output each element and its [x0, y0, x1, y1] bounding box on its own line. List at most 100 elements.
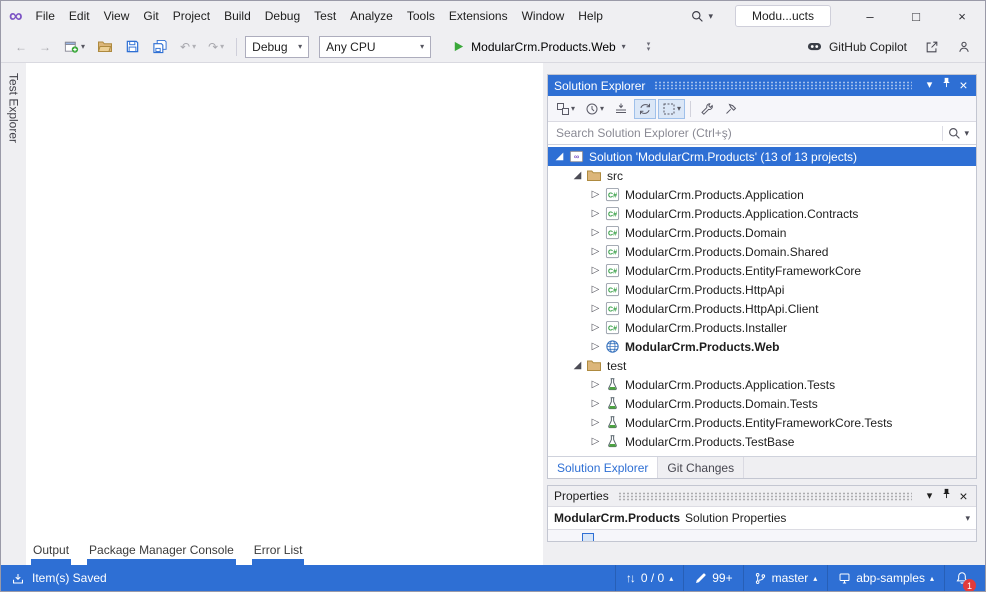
properties-header[interactable]: Properties ▾ ×: [548, 486, 976, 507]
tree-expander-icon[interactable]: ▷: [588, 265, 603, 276]
panel-tab-solution-explorer[interactable]: Solution Explorer: [548, 457, 658, 478]
undo-button[interactable]: ↶▾: [176, 36, 200, 58]
window-position-button[interactable]: ▾: [921, 488, 938, 505]
send-feedback-button[interactable]: [953, 36, 975, 58]
tree-expander-icon[interactable]: ▷: [588, 189, 603, 200]
tree-item[interactable]: ▷ModularCrm.Products.EntityFrameworkCore…: [548, 413, 976, 432]
menu-edit[interactable]: Edit: [62, 5, 97, 27]
close-panel-button[interactable]: ×: [955, 488, 972, 505]
properties-object-combobox[interactable]: ModularCrm.Products Solution Properties …: [548, 507, 976, 530]
navigate-backward-button[interactable]: ←: [11, 36, 31, 58]
tree-item[interactable]: ▷C#ModularCrm.Products.Installer: [548, 318, 976, 337]
notifications-button[interactable]: 1: [944, 565, 985, 591]
tree-expander-icon[interactable]: ▷: [588, 246, 603, 257]
menu-view[interactable]: View: [97, 5, 137, 27]
pin-button[interactable]: [938, 488, 955, 505]
open-file-button[interactable]: [93, 35, 117, 58]
search-icon[interactable]: [948, 127, 961, 140]
share-button[interactable]: [921, 36, 943, 58]
pin-button[interactable]: [938, 77, 955, 94]
minimize-button[interactable]: –: [847, 1, 893, 31]
tree-expander-icon[interactable]: ▷: [588, 398, 603, 409]
bottom-tab-output[interactable]: Output: [31, 543, 71, 565]
tree-item[interactable]: ◢src: [548, 166, 976, 185]
tree-item[interactable]: ▷C#ModularCrm.Products.Application: [548, 185, 976, 204]
menu-file[interactable]: File: [29, 5, 62, 27]
tree-item[interactable]: ◢∞Solution 'ModularCrm.Products' (13 of …: [548, 147, 976, 166]
switch-views-button[interactable]: ▾: [552, 99, 579, 119]
menu-git[interactable]: Git: [136, 5, 165, 27]
menu-window[interactable]: Window: [515, 5, 572, 27]
titlebar-search-button[interactable]: ▾: [685, 7, 719, 26]
new-project-button[interactable]: ▾: [59, 35, 89, 58]
panel-tab-git-changes[interactable]: Git Changes: [658, 457, 744, 478]
tree-item[interactable]: ▷ ModularCrm.Products.Domain.Tests: [548, 394, 976, 413]
sync-with-active-document-button[interactable]: [634, 99, 656, 119]
menu-analyze[interactable]: Analyze: [343, 5, 400, 27]
git-repository-status[interactable]: abp-samples ▴: [827, 565, 944, 591]
chevron-down-icon: ▾: [677, 104, 681, 113]
bottom-tab-package-manager-console[interactable]: Package Manager Console: [87, 543, 236, 565]
solution-search-input[interactable]: [556, 126, 937, 140]
redo-button[interactable]: ↷▾: [204, 36, 228, 58]
tree-expander-icon[interactable]: ▷: [588, 379, 603, 390]
git-branch-status[interactable]: master ▴: [743, 565, 828, 591]
tree-item[interactable]: ▷C#ModularCrm.Products.Domain.Shared: [548, 242, 976, 261]
tree-expander-icon[interactable]: ▷: [588, 436, 603, 447]
save-all-button[interactable]: [148, 35, 172, 58]
chevron-down-icon[interactable]: ▾: [964, 128, 969, 139]
menu-debug[interactable]: Debug: [258, 5, 307, 27]
tree-expander-icon[interactable]: ◢: [552, 151, 567, 162]
pending-edits-status[interactable]: 99+: [683, 565, 742, 591]
tree-expander-icon[interactable]: ▷: [588, 341, 603, 352]
navigate-forward-button[interactable]: →: [35, 36, 55, 58]
maximize-button[interactable]: □: [893, 1, 939, 31]
tree-expander-icon[interactable]: ◢: [570, 360, 585, 371]
tree-expander-icon[interactable]: ▷: [588, 208, 603, 219]
tree-expander-icon[interactable]: ▷: [588, 417, 603, 428]
menu-help[interactable]: Help: [571, 5, 610, 27]
tree-expander-icon[interactable]: ▷: [588, 322, 603, 333]
menu-tools[interactable]: Tools: [400, 5, 442, 27]
pending-changes-filter-button[interactable]: ▾: [581, 99, 608, 119]
platform-combobox[interactable]: Any CPU ▾: [319, 36, 431, 58]
window-title[interactable]: Modu...ucts: [735, 5, 831, 27]
tree-expander-icon[interactable]: ◢: [570, 170, 585, 181]
drag-grip[interactable]: [618, 492, 912, 501]
menu-extensions[interactable]: Extensions: [442, 5, 515, 27]
menu-project[interactable]: Project: [166, 5, 217, 27]
properties-button[interactable]: [696, 99, 718, 119]
tree-expander-icon[interactable]: ▷: [588, 227, 603, 238]
save-button[interactable]: [121, 35, 144, 58]
show-all-files-button[interactable]: ▾: [658, 99, 685, 119]
menu-build[interactable]: Build: [217, 5, 258, 27]
categorized-view-icon[interactable]: [582, 533, 594, 542]
start-debugging-button[interactable]: ModularCrm.Products.Web ▾: [443, 36, 635, 58]
window-position-button[interactable]: ▾: [921, 77, 938, 94]
tree-item[interactable]: ▷C#ModularCrm.Products.Domain: [548, 223, 976, 242]
github-copilot-button[interactable]: GitHub Copilot: [802, 36, 911, 57]
close-panel-button[interactable]: ×: [955, 77, 972, 94]
preview-selected-items-button[interactable]: [720, 99, 742, 119]
tree-item[interactable]: ▷ModularCrm.Products.TestBase: [548, 432, 976, 451]
bottom-tab-error-list[interactable]: Error List: [252, 543, 305, 565]
tree-expander-icon[interactable]: ▷: [588, 284, 603, 295]
collapse-all-button[interactable]: [610, 99, 632, 119]
line-operations-status[interactable]: ↑↓ 0 / 0 ▴: [615, 565, 683, 591]
tab-test-explorer[interactable]: Test Explorer: [1, 63, 26, 565]
tree-item[interactable]: ▷C#ModularCrm.Products.HttpApi.Client: [548, 299, 976, 318]
tree-item[interactable]: ▷ModularCrm.Products.Application.Tests: [548, 375, 976, 394]
drag-grip[interactable]: [654, 81, 912, 90]
solution-explorer-header[interactable]: Solution Explorer ▾ ×: [548, 75, 976, 96]
tree-item-label: ModularCrm.Products.Domain.Tests: [625, 397, 818, 411]
tree-item[interactable]: ▷ModularCrm.Products.Web: [548, 337, 976, 356]
tree-item[interactable]: ▷C#ModularCrm.Products.HttpApi: [548, 280, 976, 299]
tree-item[interactable]: ◢test: [548, 356, 976, 375]
tree-item[interactable]: ▷C#ModularCrm.Products.Application.Contr…: [548, 204, 976, 223]
toolbar-overflow-button[interactable]: ▾ ▾: [645, 40, 653, 54]
close-button[interactable]: ×: [939, 1, 985, 31]
configuration-combobox[interactable]: Debug ▾: [245, 36, 309, 58]
tree-expander-icon[interactable]: ▷: [588, 303, 603, 314]
menu-test[interactable]: Test: [307, 5, 343, 27]
tree-item[interactable]: ▷C#ModularCrm.Products.EntityFrameworkCo…: [548, 261, 976, 280]
